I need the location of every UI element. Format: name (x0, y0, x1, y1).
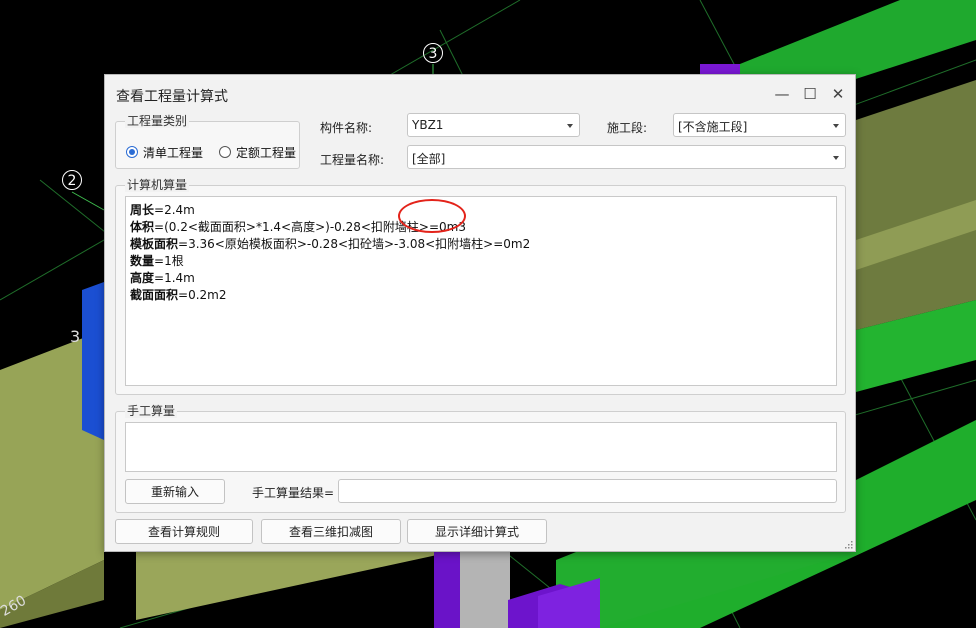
construction-stage-select[interactable]: [不含施工段] (673, 113, 846, 137)
radio-label: 清单工程量 (143, 145, 204, 160)
manual-calc-group: 手工算量 重新输入 手工算量结果= (115, 404, 846, 513)
axis-bubble-3: 3 (423, 43, 443, 63)
axis-bubble-2: 2 (62, 170, 82, 190)
chevron-down-icon (833, 156, 839, 160)
column-gray (460, 552, 510, 628)
scene-partial-label: 3 (70, 327, 81, 346)
group-label: 计算机算量 (125, 178, 190, 192)
formula-line: 体积=(0.2<截面面积>*1.4<高度>)-0.28<扣附墙柱>=0m3 (130, 220, 466, 234)
radio-unchecked-icon (219, 146, 231, 158)
quantity-name-label: 工程量名称: (320, 153, 385, 167)
maximize-button[interactable]: ☐ (799, 83, 821, 105)
wall-blue (82, 282, 104, 440)
formula-line: 高度=1.4m (130, 271, 195, 285)
radio-label: 定额工程量 (236, 145, 297, 160)
computer-calc-group: 计算机算量 周长=2.4m 体积=(0.2<截面面积>*1.4<高度>)-0.2… (115, 178, 846, 395)
view-3d-deduction-button[interactable]: 查看三维扣减图 (261, 519, 401, 544)
formula-line: 模板面积=3.36<原始模板面积>-0.28<扣砼墙>-3.08<扣附墙柱>=0… (130, 237, 531, 251)
chevron-down-icon (567, 124, 573, 128)
column-purple-1 (434, 552, 460, 628)
chevron-down-icon (833, 124, 839, 128)
axis-label: 2 (67, 173, 77, 189)
dialog-title: 查看工程量计算式 (116, 89, 228, 105)
quantity-type-group: 工程量类别 清单工程量 定额工程量 (115, 114, 300, 169)
formula-line: 截面面积=0.2m2 (130, 288, 227, 302)
slab-right (856, 80, 976, 330)
resize-grip-icon[interactable] (843, 539, 853, 549)
close-button[interactable]: ✕ (827, 83, 849, 105)
title-bar[interactable]: 查看工程量计算式 — ☐ ✕ (105, 75, 855, 113)
radio-checked-icon (126, 146, 138, 158)
select-value: [全部] (412, 152, 446, 166)
quantity-name-select[interactable]: [全部] (407, 145, 846, 169)
component-name-label: 构件名称: (320, 121, 373, 135)
select-value: [不含施工段] (678, 120, 748, 134)
show-detail-formula-button[interactable]: 显示详细计算式 (407, 519, 547, 544)
computer-calc-text[interactable]: 周长=2.4m 体积=(0.2<截面面积>*1.4<高度>)-0.28<扣附墙柱… (125, 196, 837, 386)
reenter-button[interactable]: 重新输入 (125, 479, 225, 504)
radio-bill-quantity[interactable]: 清单工程量 (126, 144, 203, 160)
formula-line: 数量=1根 (130, 254, 184, 268)
group-label: 工程量类别 (125, 114, 190, 128)
view-calc-rules-button[interactable]: 查看计算规则 (115, 519, 253, 544)
minimize-button[interactable]: — (771, 83, 793, 105)
axis-label: 3 (428, 46, 438, 62)
radio-quota-quantity[interactable]: 定额工程量 (219, 144, 296, 160)
group-label: 手工算量 (125, 404, 178, 418)
construction-stage-label: 施工段: (607, 121, 648, 135)
select-value: YBZ1 (412, 118, 444, 132)
formula-line: 周长=2.4m (130, 203, 195, 217)
manual-result-field[interactable] (338, 479, 837, 503)
manual-calc-input[interactable] (125, 422, 837, 472)
manual-result-label: 手工算量结果= (252, 486, 335, 500)
component-name-select[interactable]: YBZ1 (407, 113, 580, 137)
quantity-formula-dialog: 查看工程量计算式 — ☐ ✕ 工程量类别 清单工程量 定额工程量 构件名称: Y… (104, 74, 856, 552)
